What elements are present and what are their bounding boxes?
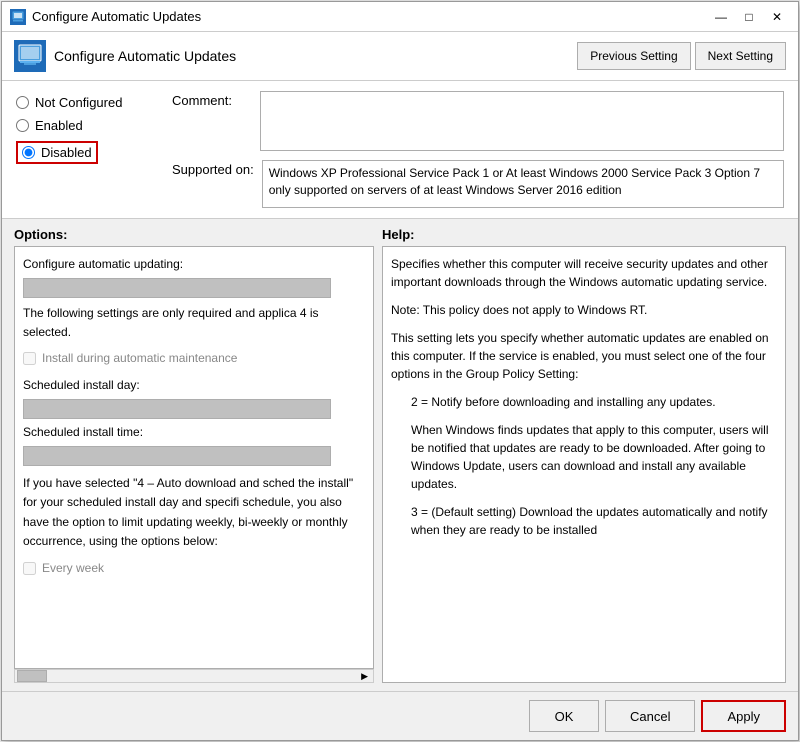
apply-button[interactable]: Apply xyxy=(701,700,786,732)
maintenance-checkbox-row: Install during automatic maintenance xyxy=(23,349,365,368)
configure-dropdown[interactable] xyxy=(23,278,331,298)
minimize-button[interactable]: — xyxy=(708,6,734,28)
enabled-input[interactable] xyxy=(16,119,29,132)
comment-row: Comment: xyxy=(172,91,784,154)
radio-group: Not Configured Enabled Disabled xyxy=(16,91,156,208)
header-icon xyxy=(14,40,46,72)
main-panels: Options: Configure automatic updating: T… xyxy=(2,219,798,691)
scheduled-time-label: Scheduled install time: xyxy=(23,425,143,439)
help-box[interactable]: Specifies whether this computer will rec… xyxy=(382,246,786,683)
title-bar-text: Configure Automatic Updates xyxy=(32,9,201,24)
every-week-row: Every week xyxy=(23,559,365,578)
options-box[interactable]: Configure automatic updating: The follow… xyxy=(14,246,374,669)
not-configured-input[interactable] xyxy=(16,96,29,109)
header-buttons: Previous Setting Next Setting xyxy=(577,42,786,70)
right-fields: Comment: Supported on: Windows XP Profes… xyxy=(172,91,784,208)
help-para1: Specifies whether this computer will rec… xyxy=(391,255,777,291)
scheduled-time-dropdown[interactable] xyxy=(23,446,331,466)
options-hscroll[interactable]: ◀ ▶ xyxy=(14,669,374,683)
window-icon xyxy=(10,9,26,25)
cancel-button[interactable]: Cancel xyxy=(605,700,695,732)
maintenance-label: Install during automatic maintenance xyxy=(42,349,237,368)
help-panel: Help: Specifies whether this computer wi… xyxy=(382,227,786,683)
comment-textarea[interactable] xyxy=(260,91,784,151)
configure-label: Configure automatic updating: xyxy=(23,255,365,274)
scheduled-day-row: Scheduled install day: xyxy=(23,376,365,419)
comment-scroll xyxy=(260,91,784,154)
options-title: Options: xyxy=(14,227,374,242)
close-button[interactable]: ✕ xyxy=(764,6,790,28)
disabled-box: Disabled xyxy=(16,141,98,164)
maximize-button[interactable]: □ xyxy=(736,6,762,28)
supported-box: Windows XP Professional Service Pack 1 o… xyxy=(262,160,784,208)
supported-text: Windows XP Professional Service Pack 1 o… xyxy=(269,166,760,197)
header-title: Configure Automatic Updates xyxy=(54,48,236,64)
hscroll-thumb[interactable] xyxy=(17,670,47,682)
options-body-text: The following settings are only required… xyxy=(23,304,365,342)
every-week-checkbox[interactable] xyxy=(23,562,36,575)
title-bar-controls: — □ ✕ xyxy=(708,6,790,28)
options-extra-text: If you have selected "4 – Auto download … xyxy=(23,474,365,551)
previous-setting-button[interactable]: Previous Setting xyxy=(577,42,690,70)
not-configured-radio[interactable]: Not Configured xyxy=(16,95,156,110)
scheduled-day-dropdown[interactable] xyxy=(23,399,331,419)
scheduled-time-row: Scheduled install time: xyxy=(23,423,365,466)
help-para3: This setting lets you specify whether au… xyxy=(391,329,777,383)
header-bar: Configure Automatic Updates Previous Set… xyxy=(2,32,798,81)
next-setting-button[interactable]: Next Setting xyxy=(695,42,786,70)
title-bar: Configure Automatic Updates — □ ✕ xyxy=(2,2,798,32)
help-para5: When Windows finds updates that apply to… xyxy=(411,421,777,493)
footer: OK Cancel Apply xyxy=(2,691,798,740)
top-section: Not Configured Enabled Disabled Comment: xyxy=(2,81,798,219)
help-para2: Note: This policy does not apply to Wind… xyxy=(391,301,777,319)
header-left: Configure Automatic Updates xyxy=(14,40,236,72)
every-week-label: Every week xyxy=(42,559,104,578)
title-bar-left: Configure Automatic Updates xyxy=(10,9,201,25)
supported-label: Supported on: xyxy=(172,160,254,177)
main-window: Configure Automatic Updates — □ ✕ Config… xyxy=(1,1,799,741)
comment-label: Comment: xyxy=(172,91,252,108)
options-panel: Options: Configure automatic updating: T… xyxy=(14,227,374,683)
disabled-radio[interactable]: Disabled xyxy=(16,141,156,164)
hscroll-right-arrow[interactable]: ▶ xyxy=(358,671,371,682)
enabled-radio[interactable]: Enabled xyxy=(16,118,156,133)
scheduled-day-label: Scheduled install day: xyxy=(23,378,140,392)
help-title: Help: xyxy=(382,227,786,242)
disabled-input[interactable] xyxy=(22,146,35,159)
help-para6: 3 = (Default setting) Download the updat… xyxy=(411,503,777,539)
help-para4: 2 = Notify before downloading and instal… xyxy=(411,393,777,411)
ok-button[interactable]: OK xyxy=(529,700,599,732)
supported-row: Supported on: Windows XP Professional Se… xyxy=(172,160,784,208)
maintenance-checkbox[interactable] xyxy=(23,352,36,365)
